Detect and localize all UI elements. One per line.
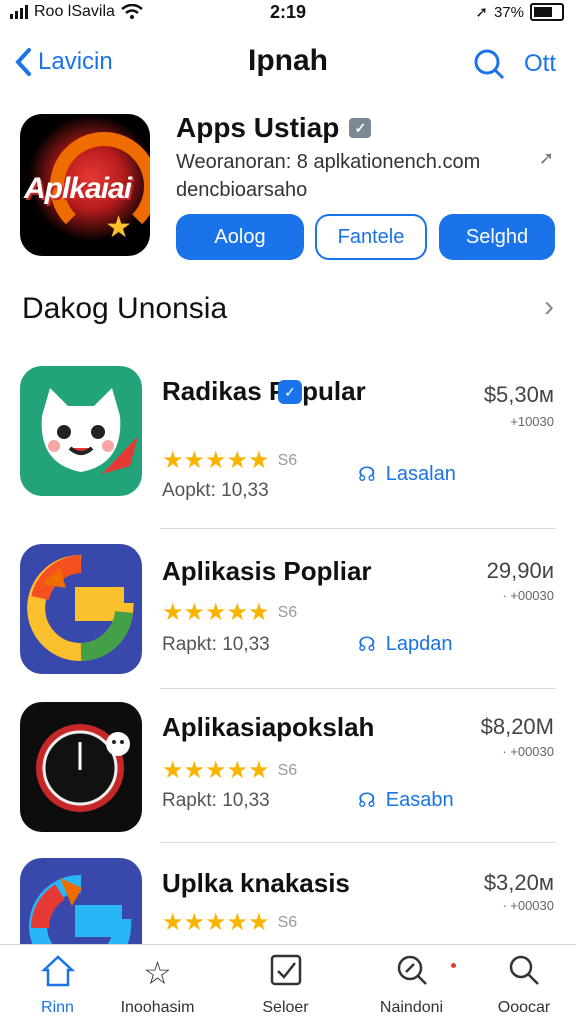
- battery-percent: 37%: [493, 3, 524, 21]
- star-icon: ★★★★★: [162, 909, 270, 936]
- app-price-sub: · +00030: [502, 898, 554, 913]
- app-icon[interactable]: [20, 544, 142, 674]
- list-item[interactable]: Uplka knakasis ★★★★★ S6 $3,20м · +00030: [0, 858, 576, 944]
- nav-right-label[interactable]: Ott: [524, 50, 556, 78]
- featured-subtitle-line1: Weoranoran: 8 aplkationench.com: [176, 151, 481, 173]
- verified-badge-icon: ✓: [349, 118, 372, 138]
- checkbox-icon: [228, 953, 343, 993]
- rating-stars: ★★★★★ S6: [162, 908, 297, 937]
- search-icon: [472, 953, 576, 993]
- featured-button-2[interactable]: Fantele: [315, 214, 427, 260]
- rating-stars: ★★★★★ S6: [162, 446, 297, 475]
- app-price: $8,20M: [480, 714, 554, 739]
- rating-stars: ★★★★★ S6: [162, 598, 297, 627]
- app-icon[interactable]: [20, 858, 142, 944]
- app-price-sub: · +00030: [502, 588, 554, 603]
- tab-select[interactable]: Seloer: [228, 953, 343, 1017]
- star-icon: ★★★★★: [162, 757, 270, 784]
- app-meta: Rapkt: 10,33: [162, 634, 270, 655]
- app-action-button[interactable]: ☊ Lasalan: [358, 462, 456, 487]
- search-magnifier-icon: [354, 953, 469, 993]
- nav-right-actions[interactable]: Ott: [472, 42, 556, 86]
- tab-bar: Rinn ☆ Inoohasim Seloer Naindoni Ooocar: [0, 944, 576, 1025]
- app-name[interactable]: Radikas Popular: [162, 376, 462, 406]
- chevron-right-icon[interactable]: ➚: [539, 148, 554, 169]
- featured-subtitle-line2: dencbioarsaho: [176, 179, 308, 201]
- app-action-button[interactable]: ☊ Easabn: [358, 788, 454, 813]
- star-icon: ★★★★★: [162, 447, 270, 474]
- app-icon[interactable]: [20, 702, 142, 832]
- chevron-right-icon[interactable]: ›: [544, 290, 554, 324]
- g-logo-icon: [29, 874, 132, 944]
- mascot-cat-icon: [41, 388, 138, 474]
- section-title[interactable]: Dakog Unonsia: [22, 292, 227, 326]
- divider: [160, 842, 556, 843]
- app-price-sub: · +00030: [502, 744, 554, 759]
- tab-home[interactable]: Rinn: [0, 953, 115, 1017]
- app-meta: Rapkt: 10,33: [162, 790, 270, 811]
- battery-icon: [530, 3, 564, 21]
- app-price-sub: +10030: [510, 414, 554, 429]
- tab-label: Seloer: [262, 999, 309, 1016]
- search-icon[interactable]: [472, 47, 506, 81]
- tab-search[interactable]: Ooocar: [472, 953, 576, 1017]
- app-action-label: Lasalan: [385, 463, 456, 485]
- app-meta: Aopkt: 10,33: [162, 480, 269, 501]
- g-logo-icon: [27, 554, 134, 661]
- featured-subtitle: Weoranoran: 8 aplkationench.com dencbioa…: [176, 148, 556, 204]
- rating-stars: ★★★★★ S6: [162, 756, 297, 785]
- app-price: $5,30м: [483, 382, 554, 407]
- cloud-download-icon: ☊: [358, 790, 376, 812]
- app-name[interactable]: Uplka knakasis: [162, 868, 462, 898]
- app-action-label: Lapdan: [385, 633, 453, 655]
- clock-icon: [36, 724, 130, 812]
- rating-count: S6: [277, 761, 298, 779]
- app-name[interactable]: Aplikasiapokslah: [162, 712, 462, 742]
- featured-button-3[interactable]: Selghd: [439, 214, 555, 260]
- cloud-download-icon: ☊: [358, 464, 376, 486]
- app-price: 29,90и: [486, 558, 554, 583]
- tab-label: Rinn: [41, 999, 74, 1016]
- featured-title-text: Apps Ustiap: [176, 112, 340, 143]
- home-icon: [0, 953, 115, 993]
- star-icon: ★★★★★: [162, 599, 270, 626]
- list-item[interactable]: Aplikasiapokslah ★★★★★ S6 Rapkt: 10,33 ☊…: [0, 702, 576, 872]
- location-arrow-icon: ➚: [475, 4, 488, 21]
- featured-button-1[interactable]: Aolog: [176, 214, 304, 260]
- featured-app-icon[interactable]: Aplkaiai ★: [20, 114, 150, 256]
- status-right: ➚ 37%: [475, 3, 564, 21]
- divider: [160, 688, 556, 689]
- app-action-label: Easabn: [385, 789, 454, 811]
- status-bar: Roo lSavila 2:19 ➚ 37%: [0, 0, 576, 28]
- tab-label: Inoohasim: [120, 999, 195, 1016]
- tab-featured[interactable]: ☆ Inoohasim: [100, 953, 215, 1017]
- app-icon[interactable]: [20, 366, 142, 496]
- rating-count: S6: [277, 451, 298, 469]
- cloud-download-icon: ☊: [358, 634, 376, 656]
- app-price: $3,20м: [483, 870, 554, 895]
- star-icon: ★: [105, 211, 132, 244]
- app-action-button[interactable]: ☊ Lapdan: [358, 632, 453, 657]
- notification-dot: [451, 963, 456, 968]
- featured-icon-wordmark: Aplkaiai: [24, 172, 132, 205]
- app-name[interactable]: Aplikasis Popliar: [162, 556, 422, 586]
- list-item[interactable]: Radikas Popular ✓ ★★★★★ S6 Aopkt: 10,33 …: [0, 366, 576, 536]
- divider: [160, 528, 556, 529]
- rating-count: S6: [277, 913, 298, 931]
- featured-app-title[interactable]: Apps Ustiap ✓: [176, 112, 372, 144]
- verified-badge-icon: ✓: [278, 380, 302, 404]
- tab-label: Naindoni: [379, 999, 444, 1016]
- tab-label: Ooocar: [497, 999, 551, 1016]
- rating-count: S6: [277, 603, 298, 621]
- star-icon: ☆: [143, 955, 172, 991]
